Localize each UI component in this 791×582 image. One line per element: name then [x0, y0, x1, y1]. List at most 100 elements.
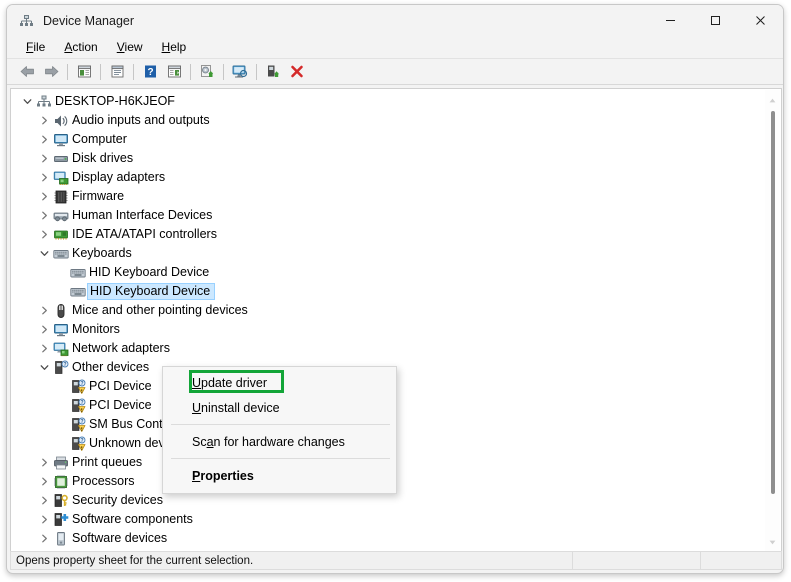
keyboard-icon [52, 244, 70, 263]
tree-row-label: Keyboards [72, 246, 132, 260]
menu-view-accel: V [116, 40, 125, 54]
chevron-right-icon[interactable] [37, 168, 52, 187]
chevron-right-icon[interactable] [37, 187, 52, 206]
unknown-device-icon: ? [69, 377, 87, 396]
chevron-right-icon[interactable] [37, 491, 52, 510]
tree-row-label: Computer [72, 132, 127, 146]
chevron-right-icon[interactable] [37, 130, 52, 149]
chevron-right-icon[interactable] [37, 111, 52, 130]
svg-text:?: ? [80, 437, 83, 443]
svg-text:?: ? [63, 361, 66, 367]
tree-row-software-components[interactable]: Software components [11, 510, 767, 529]
chevron-right-icon[interactable] [37, 472, 52, 491]
tree-row-label: Print queues [72, 455, 143, 469]
tree-row-label: HID Keyboard Device [89, 265, 210, 279]
tree-row-disk-drives[interactable]: Disk drives [11, 149, 767, 168]
status-bar: Opens property sheet for the current sel… [10, 551, 782, 570]
software-component-icon [52, 510, 70, 529]
chevron-right-icon[interactable] [37, 529, 52, 548]
tree-row-human-interface-devices[interactable]: Human Interface Devices [11, 206, 767, 225]
menu-action[interactable]: Action [55, 38, 106, 56]
disk-drive-icon [52, 149, 70, 168]
tree-row-firmware[interactable]: Firmware [11, 187, 767, 206]
menu-help-accel: H [161, 40, 171, 54]
tree-row-root[interactable]: DESKTOP-H6KJEOF [11, 92, 767, 111]
menu-action-rest: ction [72, 40, 98, 54]
tree-row-label: HID Keyboard Device [90, 284, 211, 298]
tree-row-label: Software devices [72, 531, 168, 545]
tree-row-label: Monitors [72, 322, 120, 336]
tree-row-hid-keyboard-device[interactable]: HID Keyboard Device [11, 263, 767, 282]
scroll-down-arrow-icon[interactable] [765, 534, 780, 550]
scrollbar-thumb[interactable] [771, 111, 775, 494]
toolbar-separator [133, 63, 134, 80]
chevron-right-icon[interactable] [37, 225, 52, 244]
context-menu-item-scan-for-hardware-changes[interactable]: Sc a n for hardware changes [163, 429, 396, 454]
tree-row-network-adapters[interactable]: Network adapters [11, 339, 767, 358]
keyboard-icon [69, 263, 87, 282]
show-hide-action-pane-icon[interactable] [162, 61, 186, 83]
tree-row-label: Other devices [72, 360, 150, 374]
chevron-right-icon[interactable] [37, 339, 52, 358]
chevron-right-icon[interactable] [37, 320, 52, 339]
menu-file[interactable]: File [17, 38, 54, 56]
chevron-down-icon[interactable] [37, 358, 52, 377]
display-adapter-icon [52, 168, 70, 187]
tree-row-audio-inputs-and-outputs[interactable]: Audio inputs and outputs [11, 111, 767, 130]
uninstall-device-icon[interactable] [285, 61, 309, 83]
status-cell-3 [701, 552, 781, 569]
context-menu-item-update-driver[interactable]: Update driver [163, 370, 396, 395]
back-arrow-icon[interactable] [15, 61, 39, 83]
toolbar-separator [190, 63, 191, 80]
show-hide-console-tree-icon[interactable] [72, 61, 96, 83]
security-device-icon [52, 491, 70, 510]
tree-row-monitors[interactable]: Monitors [11, 320, 767, 339]
scan-for-hardware-changes-icon[interactable] [228, 61, 252, 83]
tree-row-hid-keyboard-device-selected[interactable]: HID Keyboard Device [11, 282, 767, 301]
chevron-down-icon[interactable] [37, 244, 52, 263]
tree-row-keyboards[interactable]: Keyboards [11, 244, 767, 263]
printer-icon [52, 453, 70, 472]
hid-icon [52, 206, 70, 225]
enable-device-icon[interactable] [261, 61, 285, 83]
chevron-right-icon[interactable] [37, 453, 52, 472]
tree-row-computer[interactable]: Computer [11, 130, 767, 149]
tree-row-software-devices[interactable]: Software devices [11, 529, 767, 548]
chevron-right-icon[interactable] [37, 301, 52, 320]
properties-icon[interactable] [105, 61, 129, 83]
chevron-right-icon[interactable] [37, 206, 52, 225]
close-button[interactable] [738, 5, 783, 36]
tree-row-label: PCI Device [89, 398, 152, 412]
tree-row-label: Audio inputs and outputs [72, 113, 210, 127]
tree-row-mice-and-other-pointing-devices[interactable]: Mice and other pointing devices [11, 301, 767, 320]
context-menu-separator [171, 424, 390, 425]
vertical-scrollbar[interactable] [765, 90, 780, 552]
forward-arrow-icon[interactable] [39, 61, 63, 83]
minimize-button[interactable] [648, 5, 693, 36]
ctx-rest-3: roperties [200, 468, 254, 483]
tree-row-label: Security devices [72, 493, 164, 507]
maximize-button[interactable] [693, 5, 738, 36]
ctx-rest-2: n for hardware changes [213, 434, 345, 449]
window-title: Device Manager [43, 13, 135, 28]
menu-view[interactable]: View [108, 38, 152, 56]
ctx-accel-1: U [192, 400, 202, 415]
context-menu-item-properties[interactable]: Properties [163, 463, 396, 488]
help-icon[interactable]: ? [138, 61, 162, 83]
chevron-right-icon[interactable] [37, 149, 52, 168]
context-menu-item-uninstall-device[interactable]: Uninstall device [163, 395, 396, 420]
update-driver-icon[interactable] [195, 61, 219, 83]
chevron-down-icon[interactable] [20, 92, 35, 111]
tree-row-display-adapters[interactable]: Display adapters [11, 168, 767, 187]
unknown-device-icon: ? [69, 396, 87, 415]
menu-help[interactable]: Help [153, 38, 196, 56]
tree-row-ide-ata-atapi-controllers[interactable]: IDE ATA/ATAPI controllers [11, 225, 767, 244]
scroll-up-arrow-icon[interactable] [765, 92, 780, 108]
chevron-right-icon[interactable] [37, 510, 52, 529]
